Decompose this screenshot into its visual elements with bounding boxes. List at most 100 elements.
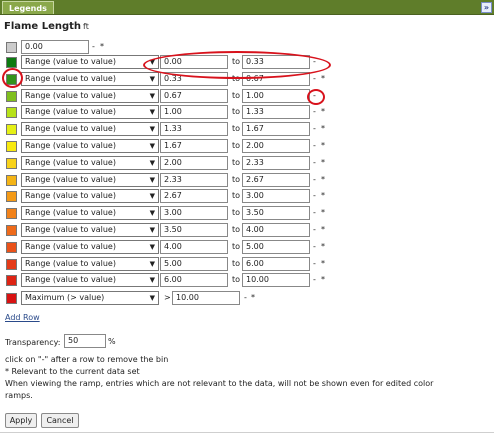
range-to-input[interactable]: 3.50 [242, 206, 310, 220]
range-to-input[interactable]: 5.00 [242, 240, 310, 254]
remove-link[interactable]: - [313, 190, 316, 202]
range-from-input[interactable]: 2.00 [160, 156, 228, 170]
range-from-input[interactable]: 4.00 [160, 240, 228, 254]
range-to-input[interactable]: 10.00 [242, 273, 310, 287]
range-from-input[interactable]: 0.33 [160, 72, 228, 86]
to-label: to [232, 175, 241, 184]
remove-link[interactable]: - [313, 207, 316, 219]
bin-type-select[interactable]: Range (value to value) ▼ [21, 173, 159, 187]
add-row-link[interactable]: Add Row [5, 312, 40, 324]
remove-link[interactable]: - [313, 106, 316, 118]
color-swatch[interactable] [6, 124, 17, 135]
range-to-input[interactable]: 1.33 [242, 105, 310, 119]
remove-link[interactable]: - [244, 292, 247, 304]
bin-type-select[interactable]: Maximum (> value) ▼ [21, 291, 159, 305]
bin-type-select[interactable]: Range (value to value) ▼ [21, 206, 159, 220]
cancel-button[interactable]: Cancel [41, 413, 79, 428]
dropdown-arrow-icon: ▼ [149, 209, 155, 217]
bin-type-select[interactable]: Range (value to value) ▼ [21, 72, 159, 86]
value-input[interactable]: 0.00 [21, 40, 89, 54]
range-from-input[interactable]: 3.50 [160, 223, 228, 237]
range-from-input[interactable]: 0.00 [160, 55, 228, 69]
remove-link[interactable]: - [313, 224, 316, 236]
bin-type-select[interactable]: Range (value to value) ▼ [21, 122, 159, 136]
bin-type-select[interactable]: Range (value to value) ▼ [21, 55, 159, 69]
to-label: to [232, 242, 241, 251]
range-from-input[interactable]: 0.67 [160, 89, 228, 103]
bin-type-select[interactable]: Range (value to value) ▼ [21, 240, 159, 254]
color-swatch[interactable] [6, 293, 17, 304]
color-swatch[interactable] [6, 242, 17, 253]
remove-link[interactable]: - [313, 174, 316, 186]
range-to-input[interactable]: 2.67 [242, 173, 310, 187]
range-from-input[interactable]: 1.33 [160, 122, 228, 136]
color-swatch[interactable] [6, 57, 17, 68]
relevant-marker: * [321, 124, 325, 133]
bin-type-select[interactable]: Range (value to value) ▼ [21, 139, 159, 153]
color-swatch[interactable] [6, 175, 17, 186]
remove-link[interactable]: - [313, 73, 316, 85]
legend-title: Flame Length ft [4, 21, 89, 32]
bin-type-select[interactable]: Range (value to value) ▼ [21, 273, 159, 287]
bin-type-select[interactable]: Range (value to value) ▼ [21, 105, 159, 119]
color-swatch[interactable] [6, 91, 17, 102]
apply-button[interactable]: Apply [5, 413, 37, 428]
tab-legends[interactable]: Legends [2, 1, 54, 14]
remove-link[interactable]: - [92, 41, 95, 53]
range-to-input[interactable]: 2.00 [242, 139, 310, 153]
bin-type-select[interactable]: Range (value to value) ▼ [21, 257, 159, 271]
color-swatch[interactable] [6, 191, 17, 202]
bin-type-select[interactable]: Range (value to value) ▼ [21, 89, 159, 103]
color-swatch[interactable] [6, 158, 17, 169]
dropdown-arrow-icon: ▼ [149, 108, 155, 116]
transparency-unit: % [108, 337, 116, 346]
remove-link[interactable]: - [313, 123, 316, 135]
bin-type-value: Range (value to value) [25, 124, 116, 133]
range-from-input[interactable]: 3.00 [160, 206, 228, 220]
note-remove-help: click on "-" after a row to remove the b… [5, 355, 169, 364]
remove-link[interactable]: - [313, 241, 316, 253]
bin-type-value: Range (value to value) [25, 107, 116, 116]
bin-type-select[interactable]: Range (value to value) ▼ [21, 189, 159, 203]
transparency-input[interactable]: 50 [64, 334, 106, 348]
range-to-input[interactable]: 0.33 [242, 55, 310, 69]
remove-link[interactable]: - [313, 56, 316, 68]
bin-type-value: Range (value to value) [25, 225, 116, 234]
relevant-marker: * [321, 74, 325, 83]
color-swatch[interactable] [6, 275, 17, 286]
range-to-input[interactable]: 4.00 [242, 223, 310, 237]
range-to-input[interactable]: 3.00 [242, 189, 310, 203]
range-from-input[interactable]: 1.00 [160, 105, 228, 119]
max-value-input[interactable]: 10.00 [172, 291, 240, 305]
relevant-marker: * [321, 191, 325, 200]
remove-link[interactable]: - [313, 140, 316, 152]
remove-link[interactable]: - [313, 157, 316, 169]
range-to-input[interactable]: 1.00 [242, 89, 310, 103]
range-to-input[interactable]: 0.67 [242, 72, 310, 86]
range-to-input[interactable]: 1.67 [242, 122, 310, 136]
color-swatch[interactable] [6, 259, 17, 270]
remove-link[interactable]: - [313, 90, 316, 102]
range-from-input[interactable]: 2.33 [160, 173, 228, 187]
remove-link[interactable]: - [313, 258, 316, 270]
relevant-marker: * [321, 107, 325, 116]
color-swatch[interactable] [6, 74, 17, 85]
double-chevron-right-icon[interactable]: » [481, 2, 492, 13]
relevant-marker: * [251, 293, 255, 302]
range-to-input[interactable]: 6.00 [242, 257, 310, 271]
range-to-input[interactable]: 2.33 [242, 156, 310, 170]
color-swatch[interactable] [6, 107, 17, 118]
range-from-input[interactable]: 5.00 [160, 257, 228, 271]
range-from-input[interactable]: 1.67 [160, 139, 228, 153]
color-swatch[interactable] [6, 208, 17, 219]
range-from-input[interactable]: 2.67 [160, 189, 228, 203]
bin-type-select[interactable]: Range (value to value) ▼ [21, 156, 159, 170]
color-swatch[interactable] [6, 141, 17, 152]
remove-link[interactable]: - [313, 274, 316, 286]
range-from-input[interactable]: 6.00 [160, 273, 228, 287]
color-swatch[interactable] [6, 42, 17, 53]
color-swatch[interactable] [6, 225, 17, 236]
bin-type-select[interactable]: Range (value to value) ▼ [21, 223, 159, 237]
bin-type-value: Range (value to value) [25, 158, 116, 167]
bin-type-value: Range (value to value) [25, 74, 116, 83]
